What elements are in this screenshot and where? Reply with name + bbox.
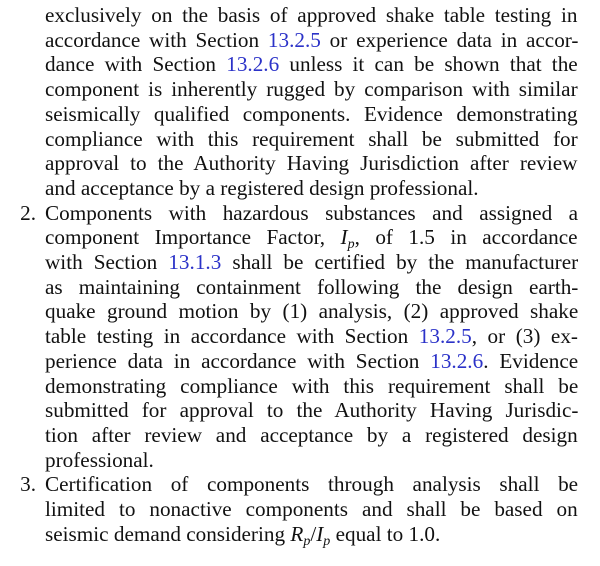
text-run: shall be certified by the manufacturer (221, 250, 579, 274)
math-symbol: Rp (290, 521, 310, 549)
paragraph-line: professional. (45, 448, 154, 473)
text-run: component is inherently rugged by compar… (45, 77, 578, 102)
text-run: table testing in accordance with Section (45, 324, 419, 349)
text-run: equal to 1.0. (330, 521, 441, 546)
paragraph-line: and acceptance by a registered design pr… (45, 176, 479, 201)
text-run: accordance with Section (45, 27, 268, 52)
text-run: limited to nonactive components and shal… (45, 497, 578, 521)
paragraph-line: Certification of components through anal… (45, 472, 578, 497)
document-page: exclusively on the basis of approved sha… (0, 0, 600, 566)
text-run: as maintaining containment following the… (45, 274, 579, 299)
text-run: or experience data in accor- (320, 27, 579, 52)
section-link[interactable]: 13.1.3 (168, 250, 221, 274)
math-symbol: Ip (316, 522, 330, 549)
text-run: dance with Section (45, 52, 227, 77)
text-run: , or (3) ex- (471, 324, 578, 349)
math-symbol: Ip (340, 225, 355, 252)
text-run: with Section (45, 250, 169, 274)
text-run: demonstrating compliance with this requi… (45, 373, 579, 398)
math-symbol-base: I (340, 225, 348, 250)
text-run: quake ground motion by (1) analysis, (2)… (45, 299, 579, 324)
paragraph-line: component is inherently rugged by compar… (45, 77, 578, 102)
paragraph-line: dance with Section 13.2.6 unless it can … (45, 52, 578, 77)
paragraph-line: demonstrating compliance with this requi… (45, 374, 578, 399)
paragraph-line: with Section 13.1.3 shall be certified b… (45, 250, 578, 275)
paragraph-line: compliance with this requirement shall b… (45, 127, 578, 152)
paragraph-line: submitted for approval to the Authority … (45, 398, 578, 423)
text-run: seismic demand considering (45, 521, 291, 546)
list-item-number: 2. (20, 200, 36, 225)
text-run: , of 1.5 in accordance (354, 225, 578, 250)
paragraph-line: approval to the Authority Having Jurisdi… (45, 151, 578, 176)
text-run: perience data in accordance with Section (45, 348, 431, 373)
paragraph-line: table testing in accordance with Section… (45, 324, 578, 349)
text-run: unless it can be shown that the (279, 52, 578, 77)
text-run: tion after review and acceptance by a re… (45, 422, 578, 447)
text-run: seismically qualified components. Eviden… (45, 101, 578, 126)
text-run: approval to the Authority Having Jurisdi… (45, 151, 578, 176)
math-symbol-base: R (290, 521, 304, 546)
paragraph-line: quake ground motion by (1) analysis, (2)… (45, 299, 578, 324)
list-item-number: 3. (20, 472, 36, 497)
text-run: and acceptance by a registered design pr… (45, 175, 479, 200)
paragraph-line: tion after review and acceptance by a re… (45, 423, 578, 448)
paragraph-line: Components with hazardous substances and… (45, 201, 578, 226)
paragraph-line: seismic demand considering Rp/Ip equal t… (45, 521, 441, 549)
section-link[interactable]: 13.2.6 (226, 52, 279, 76)
text-run: Certification of components through anal… (45, 472, 579, 497)
paragraph-line: limited to nonactive components and shal… (45, 497, 578, 522)
paragraph-line: exclusively on the basis of approved sha… (45, 3, 578, 28)
section-link[interactable]: 13.2.5 (268, 28, 321, 52)
text-run: exclusively on the basis of approved sha… (45, 3, 578, 27)
text-run: professional. (45, 447, 154, 472)
section-link[interactable]: 13.2.6 (430, 349, 483, 373)
paragraph-line: accordance with Section 13.2.5 or experi… (45, 28, 578, 53)
text-run: submitted for approval to the Authority … (45, 398, 579, 423)
text-run: Components with hazardous substances and… (45, 200, 579, 225)
text-run: component Importance Factor, (45, 225, 341, 250)
paragraph-line: seismically qualified components. Eviden… (45, 102, 578, 127)
section-link[interactable]: 13.2.5 (419, 324, 472, 348)
paragraph-line: component Importance Factor, Ip, of 1.5 … (45, 225, 578, 252)
paragraph-line: as maintaining containment following the… (45, 275, 578, 300)
text-run: compliance with this requirement shall b… (45, 126, 578, 151)
text-run: . Evidence (483, 348, 579, 373)
paragraph-line: perience data in accordance with Section… (45, 349, 578, 374)
